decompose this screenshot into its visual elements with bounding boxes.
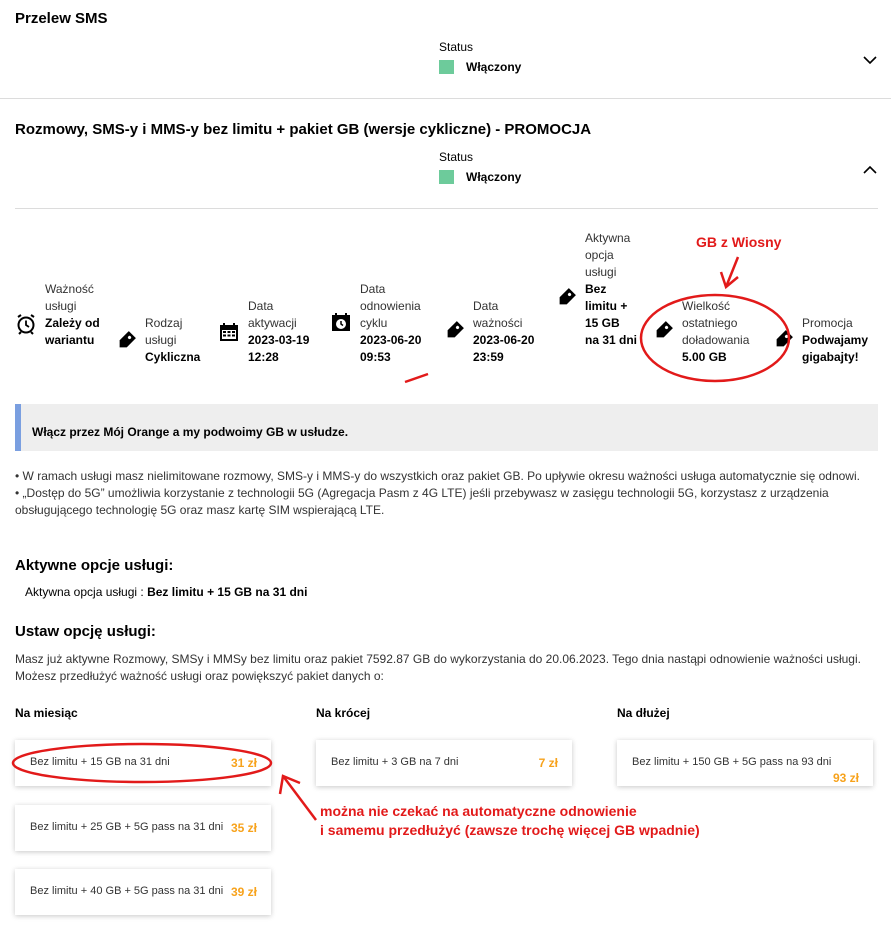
info-value: 2023-03-19 12:28: [248, 333, 310, 364]
status-value: Włączony: [466, 60, 522, 74]
info-value: Zależy od wariantu: [45, 316, 100, 347]
info-value: 5.00 GB: [682, 350, 727, 364]
set-option-heading: Ustaw opcję usługi:: [15, 623, 156, 640]
alarm-clock-icon: [17, 314, 35, 335]
offer-price: 93 zł: [832, 771, 859, 785]
offer-label: Bez limitu + 25 GB + 5G pass na 31 dni: [30, 821, 224, 833]
offer-card[interactable]: Bez limitu + 150 GB + 5G pass na 93 dni …: [617, 740, 873, 786]
active-option-row: Aktywna opcja usługi : Bez limitu + 15 G…: [25, 585, 307, 599]
offer-card[interactable]: Bez limitu + 3 GB na 7 dni 7 zł: [316, 740, 572, 786]
offer-label: Bez limitu + 15 GB na 31 dni: [30, 756, 170, 768]
chevron-up-icon[interactable]: [863, 163, 877, 177]
tag-icon: [776, 330, 793, 347]
divider: [15, 208, 878, 209]
annotation-note: można nie czekać na automatyczne odnowie…: [320, 802, 700, 840]
info-value: 2023-06-20 23:59: [473, 333, 535, 364]
info-activation-date: Data aktywacji 2023-03-19 12:28: [218, 298, 323, 366]
info-value: Podwajamy gigabajty!: [802, 333, 869, 364]
promo-banner: Włącz przez Mój Orange a my podwoimy GB …: [15, 404, 878, 451]
column-heading-month: Na miesiąc: [15, 706, 78, 720]
status-indicator: [439, 60, 454, 74]
info-label: Rodzaj usługi: [145, 316, 183, 347]
status-value: Włączony: [466, 170, 522, 184]
bullet-item: • W ramach usługi masz nielimitowane roz…: [15, 469, 860, 483]
info-active-option: Aktywna opcja usługi Bez limitu + 15 GB …: [555, 230, 650, 349]
annotation-note-line: można nie czekać na automatyczne odnowie…: [320, 803, 637, 819]
offer-label: Bez limitu + 150 GB + 5G pass na 93 dni: [632, 756, 832, 768]
info-label: Data ważności: [473, 299, 523, 330]
service-title: Rozmowy, SMS-y i MMS-y bez limitu + paki…: [15, 121, 592, 138]
info-label: Ważność usługi: [45, 282, 94, 313]
column-heading-shorter: Na krócej: [316, 706, 371, 720]
info-validity: Ważność usługi Zależy od wariantu: [15, 281, 110, 349]
tag-icon: [119, 331, 136, 348]
info-label: Data odnowienia cyklu: [360, 282, 421, 330]
info-type: Rodzaj usługi Cykliczna: [115, 315, 215, 366]
status-indicator: [439, 170, 454, 184]
info-expiry-date: Data ważności 2023-06-20 23:59: [443, 298, 553, 366]
info-value: Bez limitu + 15 GB na 31 dni: [585, 282, 638, 347]
offer-price: 7 zł: [538, 756, 558, 770]
offer-price: 31 zł: [230, 756, 257, 770]
info-value: Cykliczna: [145, 350, 201, 364]
status-block: Status Włączony: [439, 150, 521, 184]
info-promotion: Promocja Podwajamy gigabajty!: [772, 315, 882, 366]
info-renewal-date: Data odnowienia cyklu 2023-06-20 09:53: [330, 281, 440, 366]
service-przelew-sms: Przelew SMS Status Włączony: [0, 0, 891, 99]
active-options-heading: Aktywne opcje usługi:: [15, 557, 174, 574]
service-title: Przelew SMS: [15, 10, 108, 27]
service-description: • W ramach usługi masz nielimitowane roz…: [15, 468, 880, 519]
offer-card[interactable]: Bez limitu + 40 GB + 5G pass na 31 dni 3…: [15, 869, 271, 915]
annotation-gb-label: GB z Wiosny: [696, 234, 782, 250]
tag-icon: [656, 321, 673, 338]
banner-text: Włącz przez Mój Orange a my podwoimy GB …: [32, 425, 349, 439]
info-label: Wielkość ostatniego doładowania: [682, 299, 750, 347]
offer-price: 35 zł: [230, 821, 257, 835]
active-option-label: Aktywna opcja usługi :: [25, 585, 148, 599]
offer-card[interactable]: Bez limitu + 15 GB na 31 dni 31 zł: [15, 740, 271, 786]
bullet-item: • „Dostęp do 5G” umożliwia korzystanie z…: [15, 486, 829, 517]
offer-price: 39 zł: [230, 885, 257, 899]
offer-label: Bez limitu + 3 GB na 7 dni: [331, 756, 459, 768]
status-block: Status Włączony: [439, 40, 521, 74]
info-last-topup: Wielkość ostatniego doładowania 5.00 GB: [652, 298, 772, 366]
chevron-down-icon[interactable]: [863, 53, 877, 67]
status-label: Status: [439, 40, 474, 54]
offer-label: Bez limitu + 40 GB + 5G pass na 31 dni: [30, 885, 224, 897]
calendar-icon: [220, 323, 238, 341]
annotation-note-line: i samemu przedłużyć (zawsze trochę więce…: [320, 822, 700, 838]
status-label: Status: [439, 150, 474, 164]
active-option-value: Bez limitu + 15 GB na 31 dni: [147, 585, 308, 599]
tag-icon: [559, 288, 576, 305]
info-label: Aktywna opcja usługi: [585, 231, 631, 279]
calendar-clock-icon: [332, 313, 350, 331]
info-label: Data aktywacji: [248, 299, 297, 330]
info-label: Promocja: [802, 316, 853, 330]
offer-card[interactable]: Bez limitu + 25 GB + 5G pass na 31 dni 3…: [15, 805, 271, 851]
set-option-description: Masz już aktywne Rozmowy, SMSy i MMSy be…: [15, 652, 861, 683]
tag-icon: [447, 321, 464, 338]
column-heading-longer: Na dłużej: [617, 706, 670, 720]
info-value: 2023-06-20 09:53: [360, 333, 422, 364]
